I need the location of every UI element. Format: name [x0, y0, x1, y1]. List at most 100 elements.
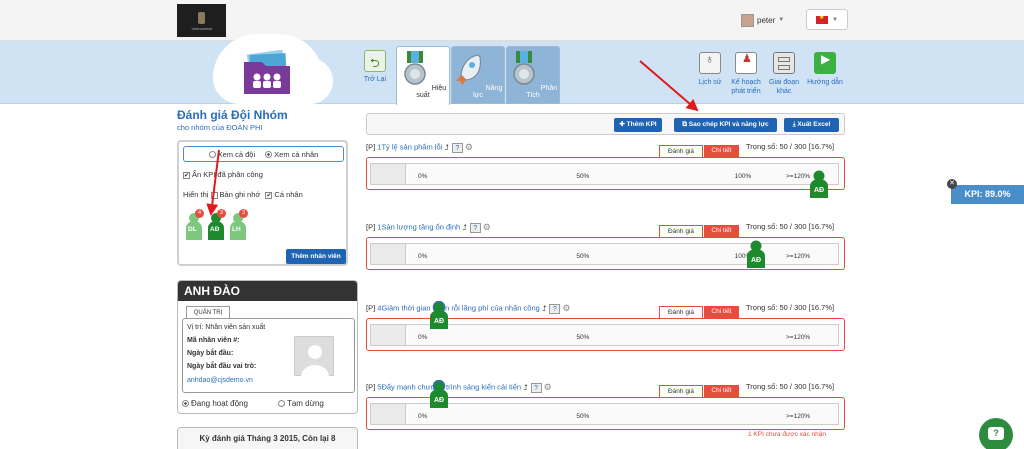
kpi-title: [P] 5Đẩy mạnh chương trình sáng kiến cải…	[366, 382, 552, 393]
admin-tab[interactable]: QUẢN TRỊ	[186, 306, 230, 318]
start-date-text: Ngày bắt đầu:	[187, 350, 234, 357]
tick-label: 0%	[418, 173, 428, 180]
add-staff-button[interactable]: Thêm nhân viên	[286, 249, 346, 264]
logo-mark	[198, 12, 205, 24]
view-individual-label: Xem cả nhân	[274, 149, 319, 159]
help-icon[interactable]: ?	[530, 382, 542, 393]
back-label: Trở Lại	[363, 76, 387, 83]
help-icon[interactable]: ?	[469, 222, 481, 233]
user-menu[interactable]: peter ▼	[741, 11, 801, 29]
back-button[interactable]: ⮌ Trở Lại	[358, 50, 392, 96]
personal-label: Cá nhân	[274, 190, 303, 199]
stethoscope-icon: ♁	[699, 52, 721, 74]
employee-no-text: Mã nhân viên #:	[187, 337, 240, 344]
kpi-progress-panel	[366, 237, 845, 270]
kpi-name-link[interactable]: Đẩy mạnh chương trình sáng kiến cải tiến	[381, 382, 521, 391]
gear-icon[interactable]: ⚙	[544, 382, 552, 393]
copy-kpi-button[interactable]: ⧉ Sao chép KPI và năng lực	[674, 118, 777, 132]
kpi-track	[370, 163, 839, 185]
add-kpi-button[interactable]: ✚ Thêm KPI	[614, 118, 662, 132]
tick-label: 100%	[734, 173, 752, 180]
history-button[interactable]: ♁ Lịch sử	[692, 52, 728, 87]
tab-label: Phân Tích	[526, 85, 558, 99]
evaluate-tab[interactable]: Đánh giá	[659, 306, 703, 318]
trend-up-icon: ⮥	[444, 142, 449, 152]
view-team-radio[interactable]: Xem cả đội	[208, 150, 255, 159]
gear-icon[interactable]: ⚙	[483, 222, 491, 233]
unconfirmed-notice: 1 KPI chưa được xác nhận	[748, 431, 827, 438]
help-icon[interactable]: ?	[451, 142, 463, 153]
display-label: Hiển thị	[183, 190, 209, 199]
active-radio[interactable]: Đang hoạt động	[182, 399, 248, 408]
detail-tab[interactable]: Chi tiết	[704, 306, 739, 318]
kpi-track-stub	[371, 244, 406, 264]
company-logo[interactable]: Vietnamese	[177, 4, 226, 37]
kpi-prefix: [P]	[366, 222, 376, 232]
kpi-title: [P] 1Tỷ lệ sản phẩm lỗi ⮥? ⚙	[366, 142, 473, 153]
svg-text:AĐ: AĐ	[434, 318, 444, 325]
trend-up-icon: ⮥	[541, 303, 547, 313]
member-lh[interactable]: LH 3	[229, 209, 248, 240]
avatar	[294, 336, 334, 377]
chat-button[interactable]: ?	[979, 418, 1013, 449]
back-arrow-icon: ⮌	[364, 50, 386, 72]
tab-performance[interactable]: Hiệu suất	[396, 46, 450, 105]
member-dl[interactable]: DL 4	[185, 209, 204, 240]
development-plan-button[interactable]: ♟ Kế hoạch phát triển	[728, 52, 764, 96]
person-document-icon: ♟	[735, 52, 757, 74]
team-folder-icon	[244, 50, 290, 94]
svg-text:AĐ: AĐ	[814, 187, 824, 194]
member-badge: 3	[239, 209, 248, 218]
svg-text:AĐ: AĐ	[434, 397, 444, 404]
detail-tab[interactable]: Chi tiết	[704, 225, 739, 237]
detail-tab[interactable]: Chi tiết	[704, 145, 739, 157]
tab-analysis[interactable]: Phân Tích	[506, 46, 560, 104]
kpi-weight: Trọng số: 50 / 300 [16.7%]	[746, 382, 835, 391]
member-marker[interactable]: AĐ	[808, 170, 830, 198]
other-periods-button[interactable]: Giai đoạn khác	[766, 52, 802, 96]
help-chat-icon: ?	[988, 427, 1004, 440]
detail-tab[interactable]: Chi tiết	[704, 385, 739, 397]
gear-icon[interactable]: ⚙	[465, 142, 473, 153]
tick-label: 0%	[418, 413, 428, 420]
notes-checkbox[interactable]: Bản ghi nhớ	[210, 190, 261, 199]
add-kpi-label: Thêm KPI	[626, 121, 657, 128]
evaluate-tab[interactable]: Đánh giá	[659, 145, 703, 157]
tick-label: 50%	[576, 413, 590, 420]
personal-checkbox[interactable]: ✔ Cá nhân	[265, 190, 303, 199]
export-excel-button[interactable]: ⤓ Xuất Excel	[784, 118, 839, 132]
tick-label: 50%	[576, 253, 590, 260]
hide-assigned-label: Ẩn KPI đã phân công	[192, 170, 263, 179]
evaluation-period: Kỳ đánh giá Tháng 3 2015, Còn lại 8	[177, 427, 358, 449]
member-marker[interactable]: AĐ	[745, 240, 767, 268]
profile-card: ANH ĐÀO QUẢN TRỊ Vị trí: Nhân viên sản x…	[177, 280, 358, 414]
evaluate-tab[interactable]: Đánh giá	[659, 225, 703, 237]
tick-label: >=120%	[786, 253, 811, 260]
kpi-toolbar: ✚ Thêm KPI ⧉ Sao chép KPI và năng lực ⤓ …	[366, 113, 845, 135]
member-ad[interactable]: AĐ 3	[207, 209, 226, 240]
guide-button[interactable]: ▶ Hướng dẫn	[807, 52, 843, 87]
kpi-progress-panel	[366, 157, 845, 190]
medal-icon	[404, 51, 426, 85]
notes-label: Bản ghi nhớ	[219, 190, 261, 199]
kpi-name-link[interactable]: Sản lượng tăng ổn định	[381, 222, 460, 231]
language-selector[interactable]: ▼	[806, 9, 848, 30]
medal-icon	[513, 51, 535, 85]
vietnam-flag-icon	[816, 14, 829, 24]
email-link[interactable]: anhdao@cjsdemo.vn	[187, 377, 253, 384]
evaluate-tab[interactable]: Đánh giá	[659, 385, 703, 397]
view-individual-radio[interactable]: Xem cả nhân	[265, 150, 318, 159]
member-marker[interactable]: AĐ	[428, 300, 450, 329]
hide-assigned-checkbox[interactable]: ✔ Ẩn KPI đã phân công	[183, 170, 263, 179]
help-icon[interactable]: ?	[549, 303, 561, 314]
member-initials: DL	[188, 226, 197, 233]
kpi-name-link[interactable]: Giảm thời gian nhàn rỗi lãng phí của nhâ…	[381, 303, 539, 312]
tab-competency[interactable]: Năng lực	[451, 46, 505, 104]
gear-icon[interactable]: ⚙	[562, 303, 570, 314]
kpi-name-link[interactable]: Tỷ lệ sản phẩm lỗi	[381, 142, 442, 151]
member-marker[interactable]: AĐ	[428, 379, 450, 408]
tick-label: >=120%	[786, 334, 811, 341]
paused-radio[interactable]: Tạm dừng	[277, 399, 324, 408]
close-icon[interactable]: ✕	[947, 179, 957, 189]
trend-up-icon: ⮥	[523, 382, 528, 392]
